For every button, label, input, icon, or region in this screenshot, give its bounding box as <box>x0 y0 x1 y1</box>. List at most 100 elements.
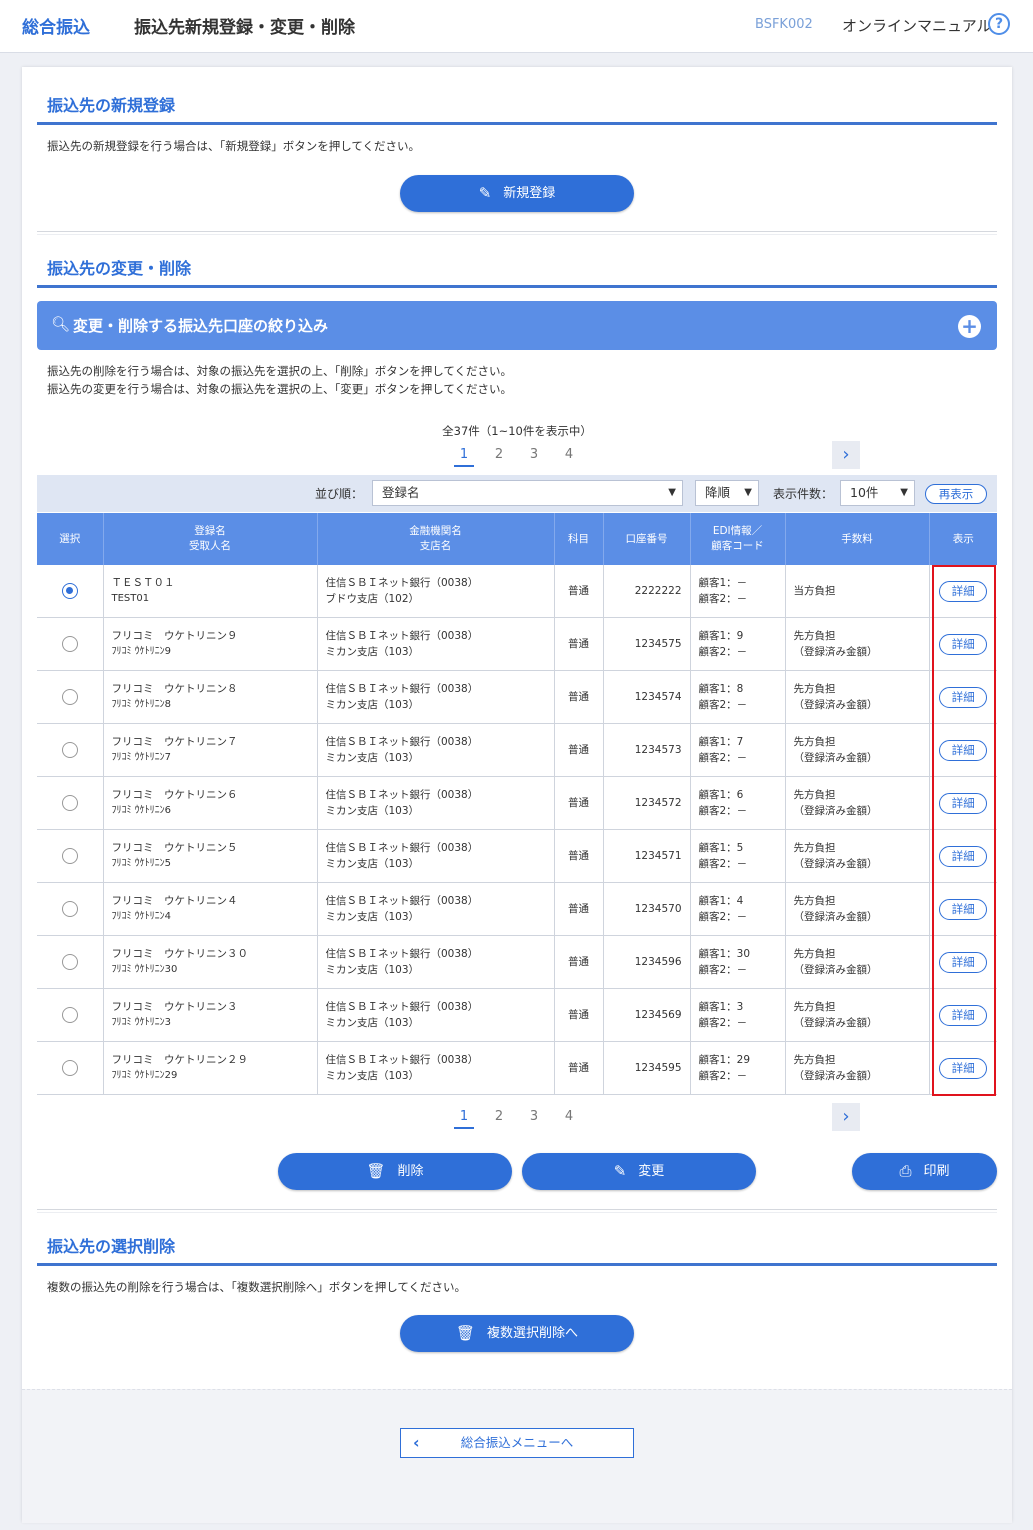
select-radio[interactable] <box>61 689 78 705</box>
change-button[interactable]: ✎ 変更 <box>522 1153 756 1190</box>
account-number: 2222222 <box>603 565 691 618</box>
edi-cell: 顧客1：7 顧客2：－ <box>690 723 786 777</box>
expand-plus-icon[interactable]: + <box>958 315 981 338</box>
detail-button[interactable]: 詳細 <box>939 1057 988 1079</box>
branch-name: ミカン支店（103） <box>325 1070 420 1082</box>
account-number: 1234595 <box>603 1041 691 1095</box>
registered-name: フリコミ ウケトリニン５ <box>111 842 238 854</box>
online-manual-link[interactable]: オンラインマニュアル <box>842 15 992 36</box>
bank-cell: 住信ＳＢＩネット銀行（0038） ミカン支店（103） <box>317 935 555 989</box>
fee-cell: 先方負担 （登録済み金額） <box>785 935 930 989</box>
per-page-select[interactable]: 10件 ▼ <box>840 480 915 506</box>
bank-name: 住信ＳＢＩネット銀行（0038） <box>325 683 479 695</box>
bank-name: 住信ＳＢＩネット銀行（0038） <box>325 577 479 589</box>
select-cell <box>37 723 104 777</box>
back-to-menu-label: 総合振込メニューへ <box>460 1435 574 1450</box>
bank-name: 住信ＳＢＩネット銀行（0038） <box>325 789 479 801</box>
registered-name: フリコミ ウケトリニン３０ <box>111 948 249 960</box>
table-row[interactable]: フリコミ ウケトリニン９ ﾌﾘｺﾐ ｳｹﾄﾘﾆﾝ9 住信ＳＢＩネット銀行（0038）… <box>37 617 997 671</box>
edi-cell: 顧客1：－ 顧客2：－ <box>690 565 786 618</box>
select-radio[interactable] <box>61 954 78 970</box>
sort-select[interactable]: 登録名 ▼ <box>372 480 683 506</box>
new-register-button[interactable]: ✎ 新規登録 <box>400 175 634 212</box>
sort-select-value: 登録名 <box>382 485 420 500</box>
customer-code-2: 顧客2：－ <box>698 699 748 711</box>
select-cell <box>37 882 104 936</box>
page-link[interactable]: 3 <box>524 1109 544 1124</box>
select-radio[interactable] <box>61 1007 78 1023</box>
branch-name: ミカン支店（103） <box>325 911 420 923</box>
customer-code-1: 顧客1：29 <box>698 1054 751 1066</box>
redisplay-button[interactable]: 再表示 <box>925 484 987 504</box>
app-name[interactable]: 総合振込 <box>22 13 90 38</box>
divider <box>37 1209 997 1213</box>
select-cell <box>37 988 104 1042</box>
detail-button[interactable]: 詳細 <box>939 686 988 708</box>
detail-button[interactable]: 詳細 <box>939 633 988 655</box>
account-type: 普通 <box>554 988 604 1042</box>
select-radio[interactable] <box>61 848 78 864</box>
next-page-button[interactable]: › <box>832 1103 860 1131</box>
select-radio[interactable] <box>61 742 78 758</box>
select-radio[interactable] <box>61 795 78 811</box>
table-row[interactable]: フリコミ ウケトリニン５ ﾌﾘｺﾐ ｳｹﾄﾘﾆﾝ5 住信ＳＢＩネット銀行（0038）… <box>37 829 997 883</box>
select-radio[interactable] <box>61 636 78 652</box>
order-select[interactable]: 降順 ▼ <box>695 480 759 506</box>
bank-name: 住信ＳＢＩネット銀行（0038） <box>325 1001 479 1013</box>
section-title-multi-delete: 振込先の選択削除 <box>47 1237 176 1256</box>
table-row[interactable]: フリコミ ウケトリニン４ ﾌﾘｺﾐ ｳｹﾄﾘﾆﾝ4 住信ＳＢＩネット銀行（0038）… <box>37 882 997 936</box>
recipient-name: ﾌﾘｺﾐ ｳｹﾄﾘﾆﾝ6 <box>111 805 172 816</box>
table-row[interactable]: フリコミ ウケトリニン７ ﾌﾘｺﾐ ｳｹﾄﾘﾆﾝ7 住信ＳＢＩネット銀行（0038）… <box>37 723 997 777</box>
table-row[interactable]: フリコミ ウケトリニン３ ﾌﾘｺﾐ ｳｹﾄﾘﾆﾝ3 住信ＳＢＩネット銀行（0038）… <box>37 988 997 1042</box>
back-to-menu-button[interactable]: ‹ 総合振込メニューへ <box>400 1428 634 1458</box>
fee-cell: 先方負担 （登録済み金額） <box>785 670 930 724</box>
page-link[interactable]: 4 <box>559 1109 579 1124</box>
select-radio[interactable] <box>61 901 78 917</box>
fee-type: 先方負担 <box>793 630 836 642</box>
fee-type: 先方負担 <box>793 789 836 801</box>
detail-button[interactable]: 詳細 <box>939 739 988 761</box>
table-row[interactable]: フリコミ ウケトリニン２９ ﾌﾘｺﾐ ｳｹﾄﾘﾆﾝ29 住信ＳＢＩネット銀行（003… <box>37 1041 997 1095</box>
customer-code-2: 顧客2：－ <box>698 752 748 764</box>
name-cell: フリコミ ウケトリニン９ ﾌﾘｺﾐ ｳｹﾄﾘﾆﾝ9 <box>103 617 318 671</box>
multi-delete-button[interactable]: 🗑︎ 複数選択削除へ <box>400 1315 634 1352</box>
table-row[interactable]: フリコミ ウケトリニン８ ﾌﾘｺﾐ ｳｹﾄﾘﾆﾝ8 住信ＳＢＩネット銀行（0038）… <box>37 670 997 724</box>
customer-code-2: 顧客2：－ <box>698 593 748 605</box>
table-row[interactable]: フリコミ ウケトリニン６ ﾌﾘｺﾐ ｳｹﾄﾘﾆﾝ6 住信ＳＢＩネット銀行（0038）… <box>37 776 997 830</box>
filter-accordion[interactable]: 🔍︎ 変更・削除する振込先口座の絞り込み + <box>37 301 997 350</box>
print-button[interactable]: ⎙ 印刷 <box>852 1153 997 1190</box>
registered-name: フリコミ ウケトリニン２９ <box>111 1054 249 1066</box>
select-radio[interactable] <box>61 583 78 599</box>
registered-name: フリコミ ウケトリニン４ <box>111 895 238 907</box>
fee-note: （登録済み金額） <box>793 1070 878 1082</box>
page-link[interactable]: 2 <box>489 447 509 462</box>
page-link[interactable]: 4 <box>559 447 579 462</box>
help-icon[interactable]: ? <box>988 13 1010 35</box>
fee-note: （登録済み金額） <box>793 911 878 923</box>
edi-cell: 顧客1：8 顧客2：－ <box>690 670 786 724</box>
detail-button[interactable]: 詳細 <box>939 898 988 920</box>
payee-table: 選択 登録名 受取人名 金融機関名 支店名 科目 口座番号 EDI情報／ 顧客コード … <box>37 513 997 1095</box>
edi-cell: 顧客1：6 顧客2：－ <box>690 776 786 830</box>
bank-cell: 住信ＳＢＩネット銀行（0038） ミカン支店（103） <box>317 776 555 830</box>
col-bank: 金融機関名 支店名 <box>317 513 555 565</box>
detail-button[interactable]: 詳細 <box>939 1004 988 1026</box>
detail-button[interactable]: 詳細 <box>939 845 988 867</box>
table-row[interactable]: フリコミ ウケトリニン３０ ﾌﾘｺﾐ ｳｹﾄﾘﾆﾝ30 住信ＳＢＩネット銀行（003… <box>37 935 997 989</box>
detail-button[interactable]: 詳細 <box>939 792 988 814</box>
next-page-button[interactable]: › <box>832 441 860 469</box>
recipient-name: ﾌﾘｺﾐ ｳｹﾄﾘﾆﾝ5 <box>111 858 172 869</box>
search-icon: 🔍︎ <box>51 315 71 333</box>
edi-cell: 顧客1：4 顧客2：－ <box>690 882 786 936</box>
chevron-left-icon: ‹ <box>413 1433 420 1452</box>
detail-button[interactable]: 詳細 <box>939 951 988 973</box>
delete-button[interactable]: 🗑︎ 削除 <box>278 1153 512 1190</box>
page-link[interactable]: 1 <box>454 447 474 467</box>
page-link[interactable]: 1 <box>454 1109 474 1129</box>
table-row[interactable]: ＴＥＳＴ０１ TEST01 住信ＳＢＩネット銀行（0038） ブドウ支店（102） 普通… <box>37 565 997 618</box>
delete-note: 振込先の削除を行う場合は、対象の振込先を選択の上、「削除」ボタンを押してください… <box>47 364 513 378</box>
select-radio[interactable] <box>61 1060 78 1076</box>
page-link[interactable]: 2 <box>489 1109 509 1124</box>
detail-button[interactable]: 詳細 <box>939 580 988 602</box>
page-link[interactable]: 3 <box>524 447 544 462</box>
